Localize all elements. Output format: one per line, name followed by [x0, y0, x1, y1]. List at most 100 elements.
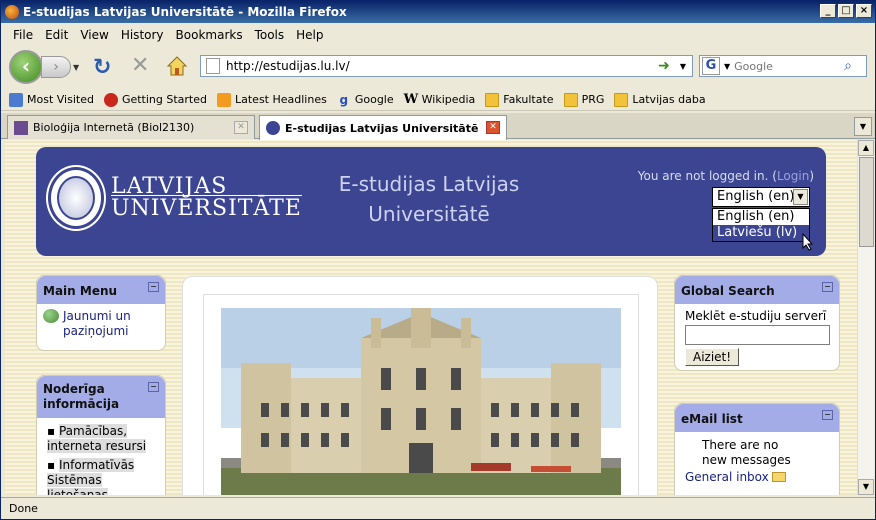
users-icon: [43, 309, 59, 323]
menu-view[interactable]: View: [74, 28, 114, 42]
useful-info-header: Noderīga informācija −: [37, 376, 165, 418]
navigation-toolbar: ‹ › ▼ ↻ ✕ ➜ ▼ G ▼ ⌕: [1, 47, 875, 85]
bookmark-google[interactable]: g Google: [337, 93, 394, 107]
collapse-icon[interactable]: −: [148, 282, 159, 292]
tab-bar: Bioloģija Internetā (Biol2130) ✕ E-studi…: [1, 113, 875, 140]
main-content: [182, 276, 658, 495]
close-tab-icon[interactable]: ✕: [486, 121, 500, 134]
email-message: There are no new messages: [702, 438, 791, 467]
info-item-tutorials[interactable]: ▪ Pamācības, interneta resursi: [47, 424, 161, 454]
scroll-down-icon[interactable]: ▼: [858, 479, 874, 495]
tab-estudijas[interactable]: E-studijas Latvijas Universitātē ✕: [259, 115, 507, 140]
global-search-input[interactable]: [685, 325, 830, 345]
language-option-en[interactable]: English (en): [713, 209, 809, 225]
home-icon[interactable]: [166, 55, 188, 77]
bookmarks-toolbar: Most Visited Getting Started Latest Head…: [1, 89, 875, 111]
history-dropdown-icon[interactable]: ▼: [73, 63, 79, 72]
forward-button[interactable]: ›: [41, 56, 71, 78]
search-label: Meklēt e-studiju serverī: [685, 309, 827, 323]
scroll-up-icon[interactable]: ▲: [858, 140, 874, 156]
logo-text-line2: UNIVERSITĀTE: [111, 195, 302, 221]
main-menu-block: Main Menu − Jaunumi un paziņojumi: [36, 275, 166, 351]
site-header: LATVIJAS UNIVERSITĀTE E-studijas Latvija…: [36, 147, 826, 256]
language-dropdown-list: English (en) Latviešu (lv): [712, 208, 810, 242]
tab-favicon-icon: [266, 121, 280, 135]
tab-biologija[interactable]: Bioloģija Internetā (Biol2130) ✕: [7, 115, 255, 139]
search-input[interactable]: [734, 59, 845, 73]
wikipedia-icon: W: [403, 91, 419, 107]
search-submit-button[interactable]: Aiziet!: [685, 348, 740, 366]
bookmark-fakultate[interactable]: Fakultate: [485, 92, 554, 107]
window-title: E-studijas Latvijas Universitātē - Mozil…: [23, 5, 347, 19]
login-link[interactable]: Login: [777, 169, 809, 183]
mouse-cursor-icon: [802, 233, 814, 251]
menu-tools[interactable]: Tools: [249, 28, 291, 42]
menu-help[interactable]: Help: [290, 28, 329, 42]
university-seal-icon: [48, 167, 104, 229]
bookmark-wikipedia[interactable]: W Wikipedia: [403, 91, 476, 107]
search-icon[interactable]: ⌕: [844, 58, 852, 74]
tab-favicon-icon: [14, 120, 28, 135]
email-list-header: eMail list −: [675, 404, 839, 432]
page-icon: [206, 58, 220, 74]
close-tab-icon[interactable]: ✕: [234, 121, 248, 134]
folder-icon: [563, 92, 578, 107]
university-building-photo: [221, 308, 621, 495]
maximize-button[interactable]: □: [838, 4, 854, 18]
search-bar[interactable]: G ▼ ⌕: [699, 55, 867, 77]
tab-list-dropdown-icon[interactable]: ▼: [854, 117, 872, 136]
search-engine-dropdown-icon[interactable]: ▼: [724, 62, 730, 71]
global-search-header: Global Search −: [675, 276, 839, 304]
useful-info-block: Noderīga informācija − ▪ Pamācības, inter…: [36, 375, 166, 495]
collapse-icon[interactable]: −: [148, 382, 159, 392]
collapse-icon[interactable]: −: [822, 410, 833, 420]
info-item-systems[interactable]: ▪ Informatīvās Sistēmas lietošanas: [47, 458, 161, 495]
bookmark-most-visited[interactable]: Most Visited: [9, 92, 94, 107]
language-option-lv[interactable]: Latviešu (lv): [713, 225, 809, 241]
main-menu-header: Main Menu −: [37, 276, 165, 304]
login-info: You are not logged in. (Login): [637, 169, 814, 183]
google-icon[interactable]: G: [702, 57, 720, 75]
bookmark-getting-started[interactable]: Getting Started: [103, 92, 207, 107]
scrollbar-thumb[interactable]: [859, 157, 874, 247]
envelope-icon: [771, 472, 786, 482]
reload-icon[interactable]: ↻: [93, 55, 111, 80]
vertical-scrollbar[interactable]: ▲ ▼: [857, 140, 874, 495]
go-arrow-icon[interactable]: ➜: [658, 58, 670, 74]
menu-edit[interactable]: Edit: [39, 28, 74, 42]
rss-icon: [217, 92, 231, 107]
url-dropdown-icon[interactable]: ▼: [680, 62, 686, 71]
language-select[interactable]: English (en) ▼: [712, 187, 810, 207]
bookmark-latest-headlines[interactable]: Latest Headlines: [217, 92, 327, 107]
bookmark-latvijas-daba[interactable]: Latvijas daba: [614, 92, 706, 107]
global-search-block: Global Search − Meklēt e-studiju serverī …: [674, 275, 840, 371]
folder-icon: [485, 92, 500, 107]
bookmark-prg[interactable]: PRG: [563, 92, 604, 107]
collapse-icon[interactable]: −: [822, 282, 833, 292]
page-content: LATVIJAS UNIVERSITĀTE E-studijas Latvija…: [5, 140, 857, 495]
close-button[interactable]: ×: [856, 4, 872, 18]
site-title: E-studijas Latvijas Universitātē: [338, 172, 520, 226]
browser-window: E-studijas Latvijas Universitātē - Mozil…: [0, 0, 876, 520]
menu-history[interactable]: History: [115, 28, 170, 42]
status-bar: Done: [1, 497, 875, 519]
general-inbox-link[interactable]: General inbox: [685, 470, 769, 484]
chevron-down-icon[interactable]: ▼: [793, 189, 808, 205]
url-input[interactable]: [226, 59, 659, 73]
menu-bar: File Edit View History Bookmarks Tools H…: [1, 24, 875, 46]
most-visited-icon: [9, 92, 23, 107]
title-bar: E-studijas Latvijas Universitātē - Mozil…: [1, 1, 875, 23]
minimize-button[interactable]: _: [820, 4, 836, 18]
url-bar[interactable]: ➜ ▼: [200, 55, 693, 77]
menu-bookmarks[interactable]: Bookmarks: [170, 28, 249, 42]
stop-icon[interactable]: ✕: [131, 53, 149, 78]
firefox-icon: [103, 92, 118, 107]
firefox-icon: [5, 5, 19, 19]
menu-file[interactable]: File: [7, 28, 39, 42]
folder-icon: [614, 92, 629, 107]
status-text: Done: [9, 502, 38, 515]
news-link[interactable]: Jaunumi un paziņojumi: [63, 309, 153, 339]
back-button[interactable]: ‹: [9, 50, 43, 84]
google-icon: g: [339, 92, 349, 107]
email-list-block: eMail list − There are no new messages Ge…: [674, 403, 840, 495]
